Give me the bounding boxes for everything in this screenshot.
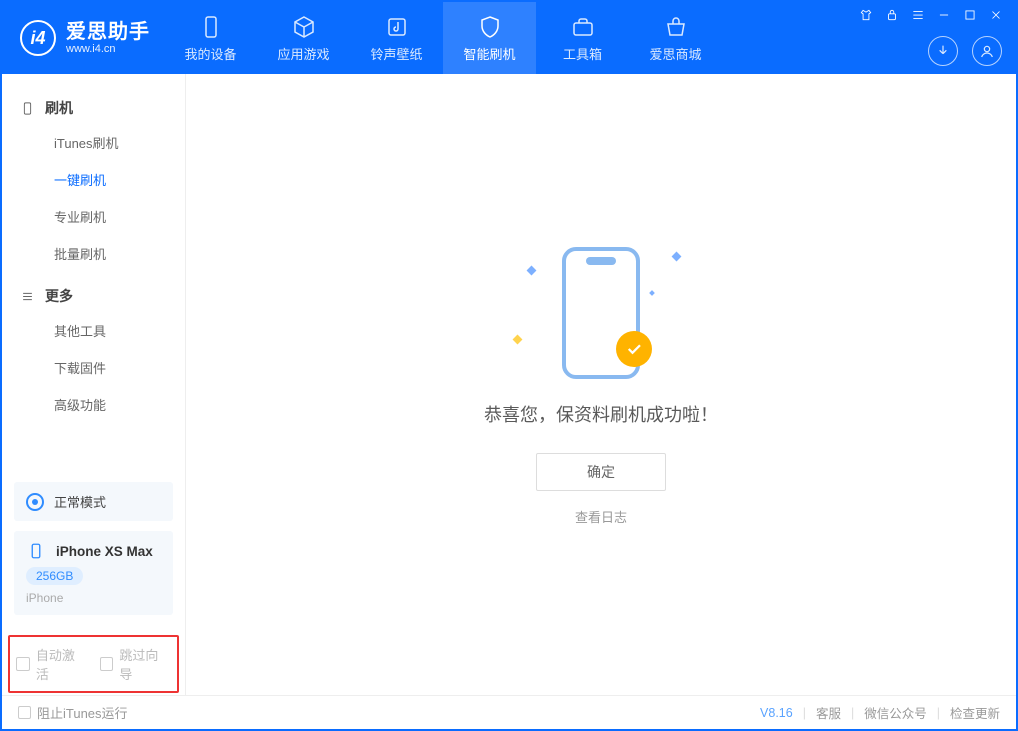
maximize-icon[interactable] xyxy=(962,7,978,23)
tab-label: 智能刷机 xyxy=(463,44,515,63)
tab-label: 工具箱 xyxy=(563,44,602,63)
version-label: V8.16 xyxy=(760,706,793,720)
device-type: iPhone xyxy=(26,591,63,605)
logo-icon: i4 xyxy=(20,20,56,56)
auto-activate-checkbox[interactable]: 自动激活 xyxy=(16,645,88,683)
tab-toolbox[interactable]: 工具箱 xyxy=(536,2,629,74)
mode-panel[interactable]: 正常模式 xyxy=(14,482,173,521)
sidebar-item-download-firmware[interactable]: 下载固件 xyxy=(2,349,185,386)
block-itunes-checkbox[interactable]: 阻止iTunes运行 xyxy=(18,703,128,722)
success-message: 恭喜您，保资料刷机成功啦！ xyxy=(484,401,718,427)
sidebar-item-batch-flash[interactable]: 批量刷机 xyxy=(2,235,185,272)
success-illustration xyxy=(516,243,686,383)
checkbox-label: 跳过向导 xyxy=(119,645,171,683)
tab-label: 我的设备 xyxy=(184,44,236,63)
skip-wizard-checkbox[interactable]: 跳过向导 xyxy=(100,645,172,683)
app-logo: i4 爱思助手 www.i4.cn xyxy=(2,20,164,56)
download-button[interactable] xyxy=(928,36,958,66)
tab-ringtone-wallpaper[interactable]: 铃声壁纸 xyxy=(350,2,443,74)
tab-label: 应用游戏 xyxy=(277,44,329,63)
mode-label: 正常模式 xyxy=(54,492,106,511)
sidebar-item-itunes-flash[interactable]: iTunes刷机 xyxy=(2,124,185,161)
cube-icon xyxy=(291,14,317,40)
sidebar-head-more: 更多 xyxy=(2,280,185,312)
tab-store[interactable]: 爱思商城 xyxy=(629,2,722,74)
tab-my-device[interactable]: 我的设备 xyxy=(164,2,257,74)
sidebar-item-oneclick-flash[interactable]: 一键刷机 xyxy=(2,161,185,198)
minimize-icon[interactable] xyxy=(936,7,952,23)
app-name: 爱思助手 xyxy=(66,21,150,43)
footer-update-link[interactable]: 检查更新 xyxy=(950,703,1000,722)
sidebar-head-flash: 刷机 xyxy=(2,92,185,124)
sidebar-item-pro-flash[interactable]: 专业刷机 xyxy=(2,198,185,235)
app-domain: www.i4.cn xyxy=(66,43,150,55)
highlight-box: 自动激活 跳过向导 xyxy=(8,635,179,693)
sidebar-item-advanced[interactable]: 高级功能 xyxy=(2,386,185,423)
user-button[interactable] xyxy=(972,36,1002,66)
checkbox-label: 阻止iTunes运行 xyxy=(37,703,128,722)
footer-wechat-link[interactable]: 微信公众号 xyxy=(864,703,927,722)
shield-flash-icon xyxy=(477,14,503,40)
device-panel[interactable]: iPhone XS Max 256GB iPhone xyxy=(14,531,173,615)
ok-button[interactable]: 确定 xyxy=(536,453,666,491)
toolbox-icon xyxy=(570,14,596,40)
tab-label: 爱思商城 xyxy=(649,44,701,63)
tab-apps-games[interactable]: 应用游戏 xyxy=(257,2,350,74)
checkbox-label: 自动激活 xyxy=(36,645,88,683)
lock-icon[interactable] xyxy=(884,7,900,23)
shirt-icon[interactable] xyxy=(858,7,874,23)
close-icon[interactable] xyxy=(988,7,1004,23)
device-name: iPhone XS Max xyxy=(56,544,153,559)
menu-lines-icon xyxy=(20,289,35,304)
tab-label: 铃声壁纸 xyxy=(370,44,422,63)
mode-icon xyxy=(26,493,44,511)
sidebar-title: 刷机 xyxy=(45,98,73,118)
store-icon xyxy=(663,14,689,40)
tab-smart-flash[interactable]: 智能刷机 xyxy=(443,2,536,74)
view-log-link[interactable]: 查看日志 xyxy=(575,507,627,526)
check-circle-icon xyxy=(616,331,652,367)
device-icon xyxy=(20,101,35,116)
menu-icon[interactable] xyxy=(910,7,926,23)
phone-small-icon xyxy=(26,541,46,561)
phone-icon xyxy=(198,14,224,40)
footer-service-link[interactable]: 客服 xyxy=(816,703,841,722)
sidebar-item-other-tools[interactable]: 其他工具 xyxy=(2,312,185,349)
storage-badge: 256GB xyxy=(26,567,83,585)
music-note-icon xyxy=(384,14,410,40)
sidebar-title: 更多 xyxy=(45,286,73,306)
